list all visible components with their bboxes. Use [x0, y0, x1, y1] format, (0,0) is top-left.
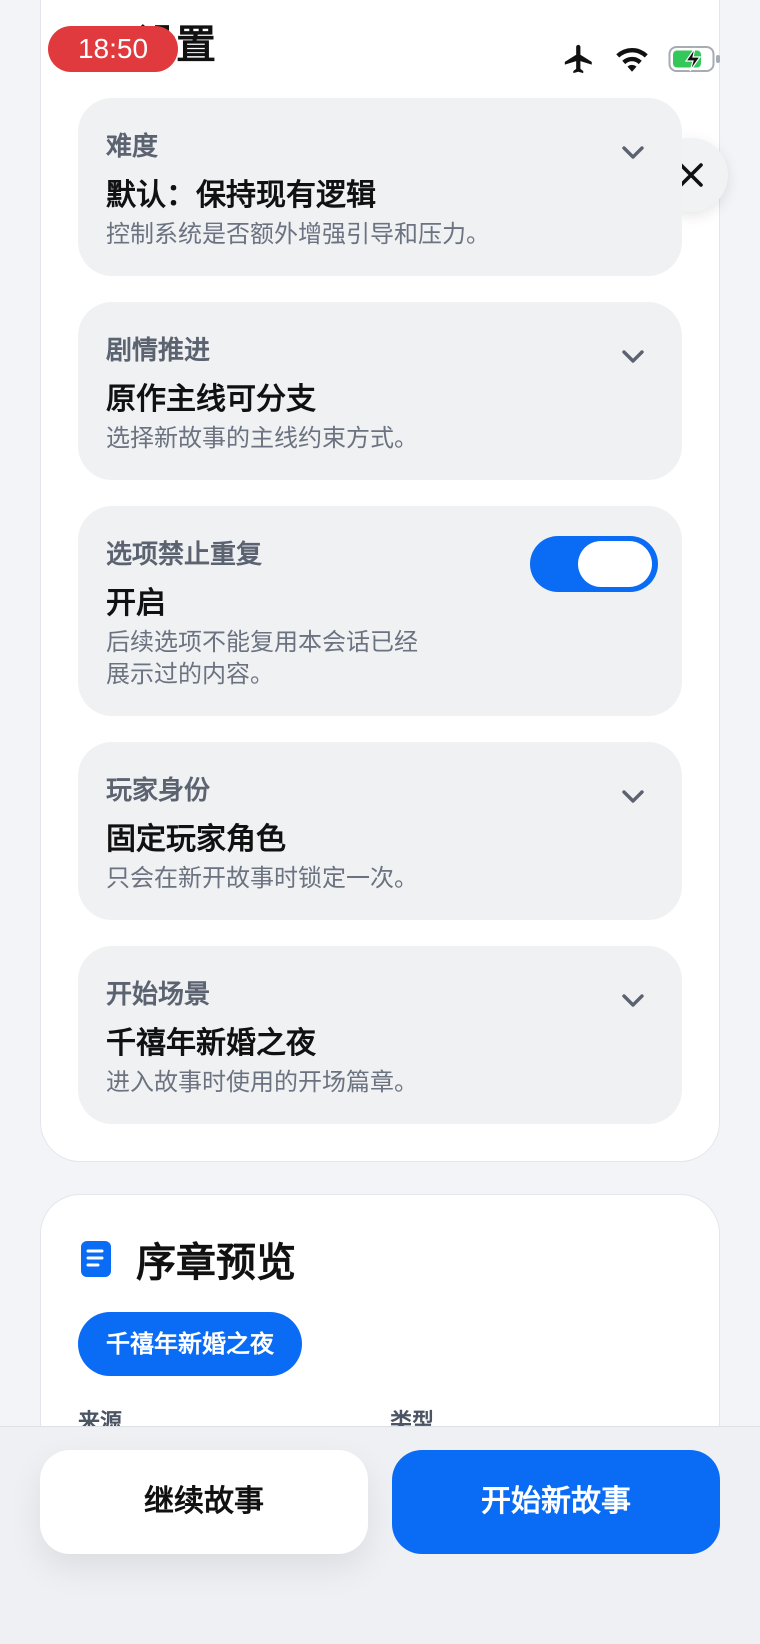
setting-label: 开始场景	[106, 980, 211, 1010]
setting-no-repeat-options: 选项禁止重复 开启 后续选项不能复用本会话已经 展示过的内容。	[78, 506, 682, 716]
setting-difficulty[interactable]: 难度 默认：保持现有逻辑 控制系统是否额外增强引导和压力。	[78, 98, 682, 276]
setting-value: 原作主线可分支	[106, 382, 316, 417]
status-time: 18:50	[48, 26, 178, 72]
setting-description: 选择新故事的主线约束方式。	[106, 424, 418, 452]
setting-value: 固定玩家角色	[106, 822, 286, 857]
setting-description-line: 后续选项不能复用本会话已经	[106, 628, 418, 656]
no-repeat-toggle[interactable]	[530, 536, 658, 592]
chevron-down-icon	[622, 350, 644, 363]
battery-charging-icon	[668, 44, 722, 78]
setting-label: 玩家身份	[106, 776, 211, 806]
setting-label: 难度	[106, 132, 159, 162]
setting-start-scene[interactable]: 开始场景 千禧年新婚之夜 进入故事时使用的开场篇章。	[78, 946, 682, 1124]
airplane-icon	[562, 42, 596, 80]
preview-title: 序章预览	[136, 1240, 296, 1286]
setting-value: 默认：保持现有逻辑	[106, 178, 376, 213]
setting-player-identity[interactable]: 玩家身份 固定玩家角色 只会在新开故事时锁定一次。	[78, 742, 682, 920]
setting-value: 开启	[106, 586, 166, 621]
continue-story-button[interactable]: 继续故事	[40, 1450, 368, 1554]
setting-label: 剧情推进	[106, 336, 211, 366]
scene-chip[interactable]: 千禧年新婚之夜	[78, 1312, 302, 1376]
document-icon	[81, 1241, 111, 1277]
setting-plot-progression[interactable]: 剧情推进 原作主线可分支 选择新故事的主线约束方式。	[78, 302, 682, 480]
setting-value: 千禧年新婚之夜	[106, 1026, 316, 1061]
setting-description: 后续选项不能复用本会话已经 展示过的内容。	[106, 626, 418, 690]
toggle-knob	[578, 541, 652, 587]
setting-label: 选项禁止重复	[106, 540, 263, 570]
setting-description: 进入故事时使用的开场篇章。	[106, 1068, 418, 1096]
setting-description: 只会在新开故事时锁定一次。	[106, 864, 418, 892]
setting-description-line: 展示过的内容。	[106, 660, 274, 688]
setting-description: 控制系统是否额外增强引导和压力。	[106, 220, 490, 248]
chevron-down-icon	[622, 146, 644, 159]
chevron-down-icon	[622, 994, 644, 1007]
wifi-icon	[614, 44, 650, 78]
chevron-down-icon	[622, 790, 644, 803]
status-icons	[562, 42, 722, 80]
new-story-button[interactable]: 开始新故事	[392, 1450, 720, 1554]
